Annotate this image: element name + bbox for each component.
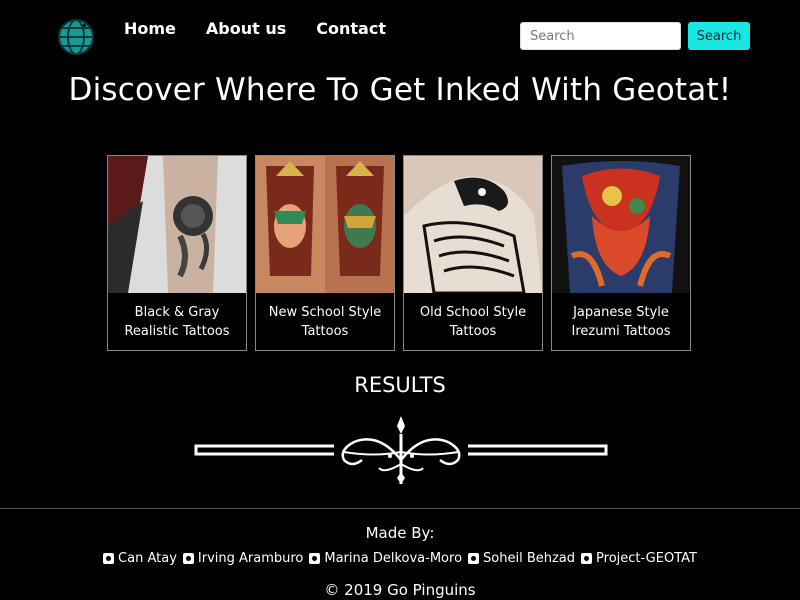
nav-link-about-us[interactable]: About us [206,19,286,38]
black-gray-rose-tattoo-image [108,156,246,293]
ornament-divider [194,416,608,484]
github-icon [309,553,321,564]
credit-link-can-atay[interactable]: Can Atay [103,551,177,566]
github-icon [182,553,194,564]
credit-link-marina-delkova-moro[interactable]: Marina Delkova-Moro [309,551,462,566]
nav-link-home[interactable]: Home [124,19,176,38]
github-icon [581,553,593,564]
style-card-old-school[interactable]: Old School Style Tattoos [403,155,543,351]
new-school-face-tattoo-image [256,156,394,293]
nav-link-contact[interactable]: Contact [316,19,386,38]
search-box [520,22,681,50]
style-cards: Black & Gray Realistic Tattoos New Schoo… [107,155,691,351]
credit-link-project-geotat[interactable]: Project-GEOTAT [581,551,697,566]
globe-icon[interactable] [57,18,95,56]
page-title: Discover Where To Get Inked With Geotat! [68,72,732,108]
search-input[interactable] [520,22,681,50]
copyright-text: © 2019 Go Pinguins [324,581,476,599]
credit-name: Can Atay [118,551,177,566]
credit-link-irving-aramburo[interactable]: Irving Aramburo [182,551,304,566]
github-icon [468,553,480,564]
credits-list: Can Atay Irving Aramburo Marina Delkova-… [0,551,800,566]
credit-name: Soheil Behzad [483,551,576,566]
navbar: Home About us Contact Search [0,0,800,72]
style-card-black-gray[interactable]: Black & Gray Realistic Tattoos [107,155,247,351]
card-title: Old School Style Tattoos [419,304,527,339]
japanese-irezumi-back-tattoo-image [552,156,690,293]
credit-name: Project-GEOTAT [596,551,697,566]
results-heading: RESULTS [354,373,446,397]
made-by-label: Made By: [365,524,435,542]
search-button[interactable]: Search [688,22,750,50]
card-title: Japanese Style Irezumi Tattoos [571,304,671,339]
style-card-new-school[interactable]: New School Style Tattoos [255,155,395,351]
github-icon [103,553,115,564]
footer-divider [0,508,800,509]
old-school-eagle-tattoo-image [404,156,542,293]
credit-link-soheil-behzad[interactable]: Soheil Behzad [468,551,575,566]
style-card-japanese[interactable]: Japanese Style Irezumi Tattoos [551,155,691,351]
card-title: Black & Gray Realistic Tattoos [124,304,230,339]
credit-name: Irving Aramburo [197,551,304,566]
card-title: New School Style Tattoos [268,304,382,339]
credit-name: Marina Delkova-Moro [324,551,463,566]
